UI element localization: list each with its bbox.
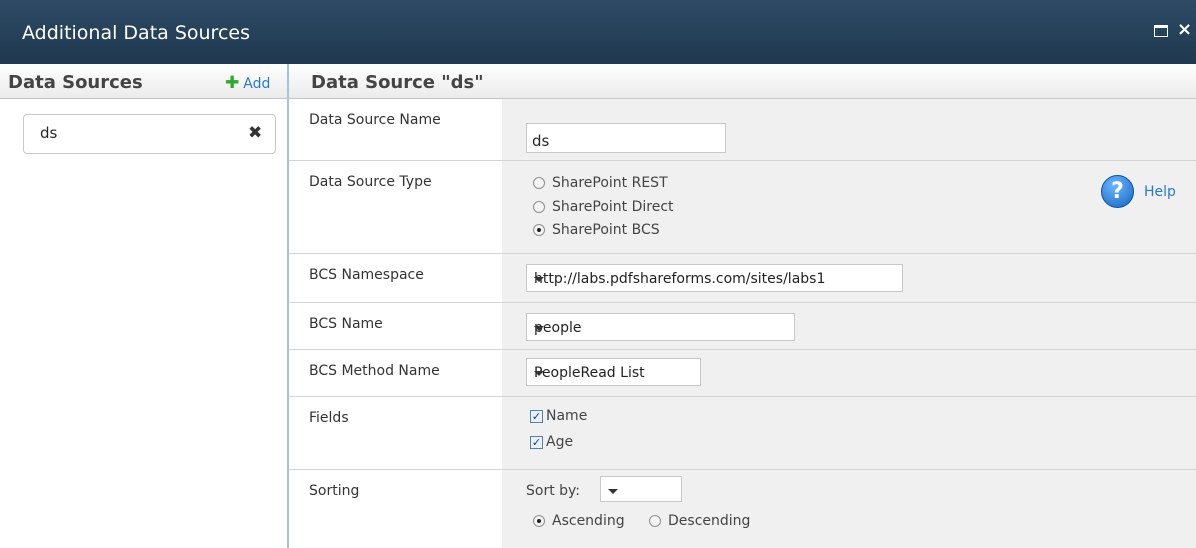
help-label[interactable]: Help [1144, 184, 1176, 200]
radio-sharepoint-rest[interactable]: SharePoint REST [533, 175, 668, 191]
row-bcs-namespace: BCS Namespace http://labs.pdfshareforms.… [289, 254, 1196, 303]
checkbox-checked-icon[interactable]: ✓ [530, 435, 543, 449]
close-icon[interactable]: × [1177, 19, 1192, 40]
add-label: Add [243, 76, 271, 92]
help-icon[interactable]: ? [1101, 175, 1134, 208]
data-source-type-label: Data Source Type [309, 174, 432, 190]
fields-label: Fields [309, 410, 349, 426]
radio-sharepoint-direct[interactable]: SharePoint Direct [533, 199, 674, 215]
add-plus-icon: ✚ [225, 73, 240, 93]
data-source-details-header: Data Source "ds" [289, 64, 1196, 99]
radio-sharepoint-rest-icon[interactable] [533, 177, 545, 189]
data-source-name-value: ds [532, 132, 550, 150]
radio-sharepoint-rest-label: SharePoint REST [552, 175, 668, 191]
sort-by-select[interactable] [600, 476, 682, 502]
radio-sharepoint-bcs-label: SharePoint BCS [552, 222, 660, 238]
radio-sharepoint-bcs-icon[interactable] [533, 224, 545, 236]
chevron-down-icon [534, 277, 544, 282]
radio-sharepoint-bcs[interactable]: SharePoint BCS [533, 222, 660, 238]
row-data-source-name: Data Source Name ds [289, 99, 1196, 161]
bcs-namespace-label: BCS Namespace [309, 267, 424, 283]
row-fields: Fields ✓ Name ✓ Age [289, 397, 1196, 470]
chevron-down-icon [534, 326, 544, 331]
data-source-name-input[interactable]: ds [526, 123, 726, 153]
field-name-label: Name [546, 408, 588, 424]
radio-sharepoint-direct-icon[interactable] [533, 201, 545, 213]
add-data-source-button[interactable]: ✚ Add [225, 73, 270, 93]
field-checkbox-name[interactable]: ✓ Name [530, 408, 587, 424]
data-sources-header: Data Sources ✚ Add [0, 64, 287, 99]
bcs-method-name-value: PeopleRead List [534, 365, 645, 381]
chevron-down-icon [534, 371, 544, 376]
data-sources-title: Data Sources [8, 72, 143, 93]
dialog-title: Additional Data Sources [22, 22, 250, 44]
radio-descending[interactable]: Descending [649, 513, 750, 529]
data-source-name-label: Data Source Name [309, 112, 441, 128]
bcs-method-name-label: BCS Method Name [309, 363, 440, 379]
ascending-label: Ascending [552, 513, 625, 529]
bcs-method-name-select[interactable]: PeopleRead List [526, 358, 701, 386]
data-sources-panel: Data Sources ✚ Add ds ✖ [0, 64, 287, 548]
field-checkbox-age[interactable]: ✓ Age [530, 434, 573, 450]
chevron-down-icon [608, 489, 618, 494]
row-bcs-name: BCS Name people [289, 303, 1196, 350]
data-source-list-item[interactable]: ds ✖ [23, 114, 276, 154]
remove-data-source-icon[interactable]: ✖ [248, 123, 262, 143]
data-source-item-label: ds [40, 124, 58, 142]
maximize-icon[interactable] [1154, 25, 1168, 37]
bcs-name-select[interactable]: people [526, 313, 795, 341]
data-source-details-title: Data Source "ds" [311, 72, 484, 93]
row-data-source-type: Data Source Type SharePoint REST SharePo… [289, 161, 1196, 254]
sorting-label: Sorting [309, 483, 360, 499]
bcs-name-label: BCS Name [309, 316, 383, 332]
checkbox-checked-icon[interactable]: ✓ [530, 409, 543, 423]
descending-label: Descending [668, 513, 751, 529]
field-age-label: Age [546, 434, 574, 450]
bcs-namespace-select[interactable]: http://labs.pdfshareforms.com/sites/labs… [526, 264, 903, 292]
radio-ascending[interactable]: Ascending [533, 513, 625, 529]
bcs-namespace-value: http://labs.pdfshareforms.com/sites/labs… [534, 271, 826, 287]
row-bcs-method-name: BCS Method Name PeopleRead List [289, 350, 1196, 397]
data-source-details-panel: Data Source "ds" Data Source Name ds Dat… [289, 64, 1196, 548]
dialog-titlebar: Additional Data Sources × [0, 0, 1196, 64]
radio-sharepoint-direct-label: SharePoint Direct [552, 199, 674, 215]
radio-descending-icon[interactable] [649, 515, 661, 527]
row-sorting: Sorting Sort by: Ascending Descending [289, 470, 1196, 548]
radio-ascending-icon[interactable] [533, 515, 545, 527]
sort-by-label: Sort by: [526, 483, 581, 499]
